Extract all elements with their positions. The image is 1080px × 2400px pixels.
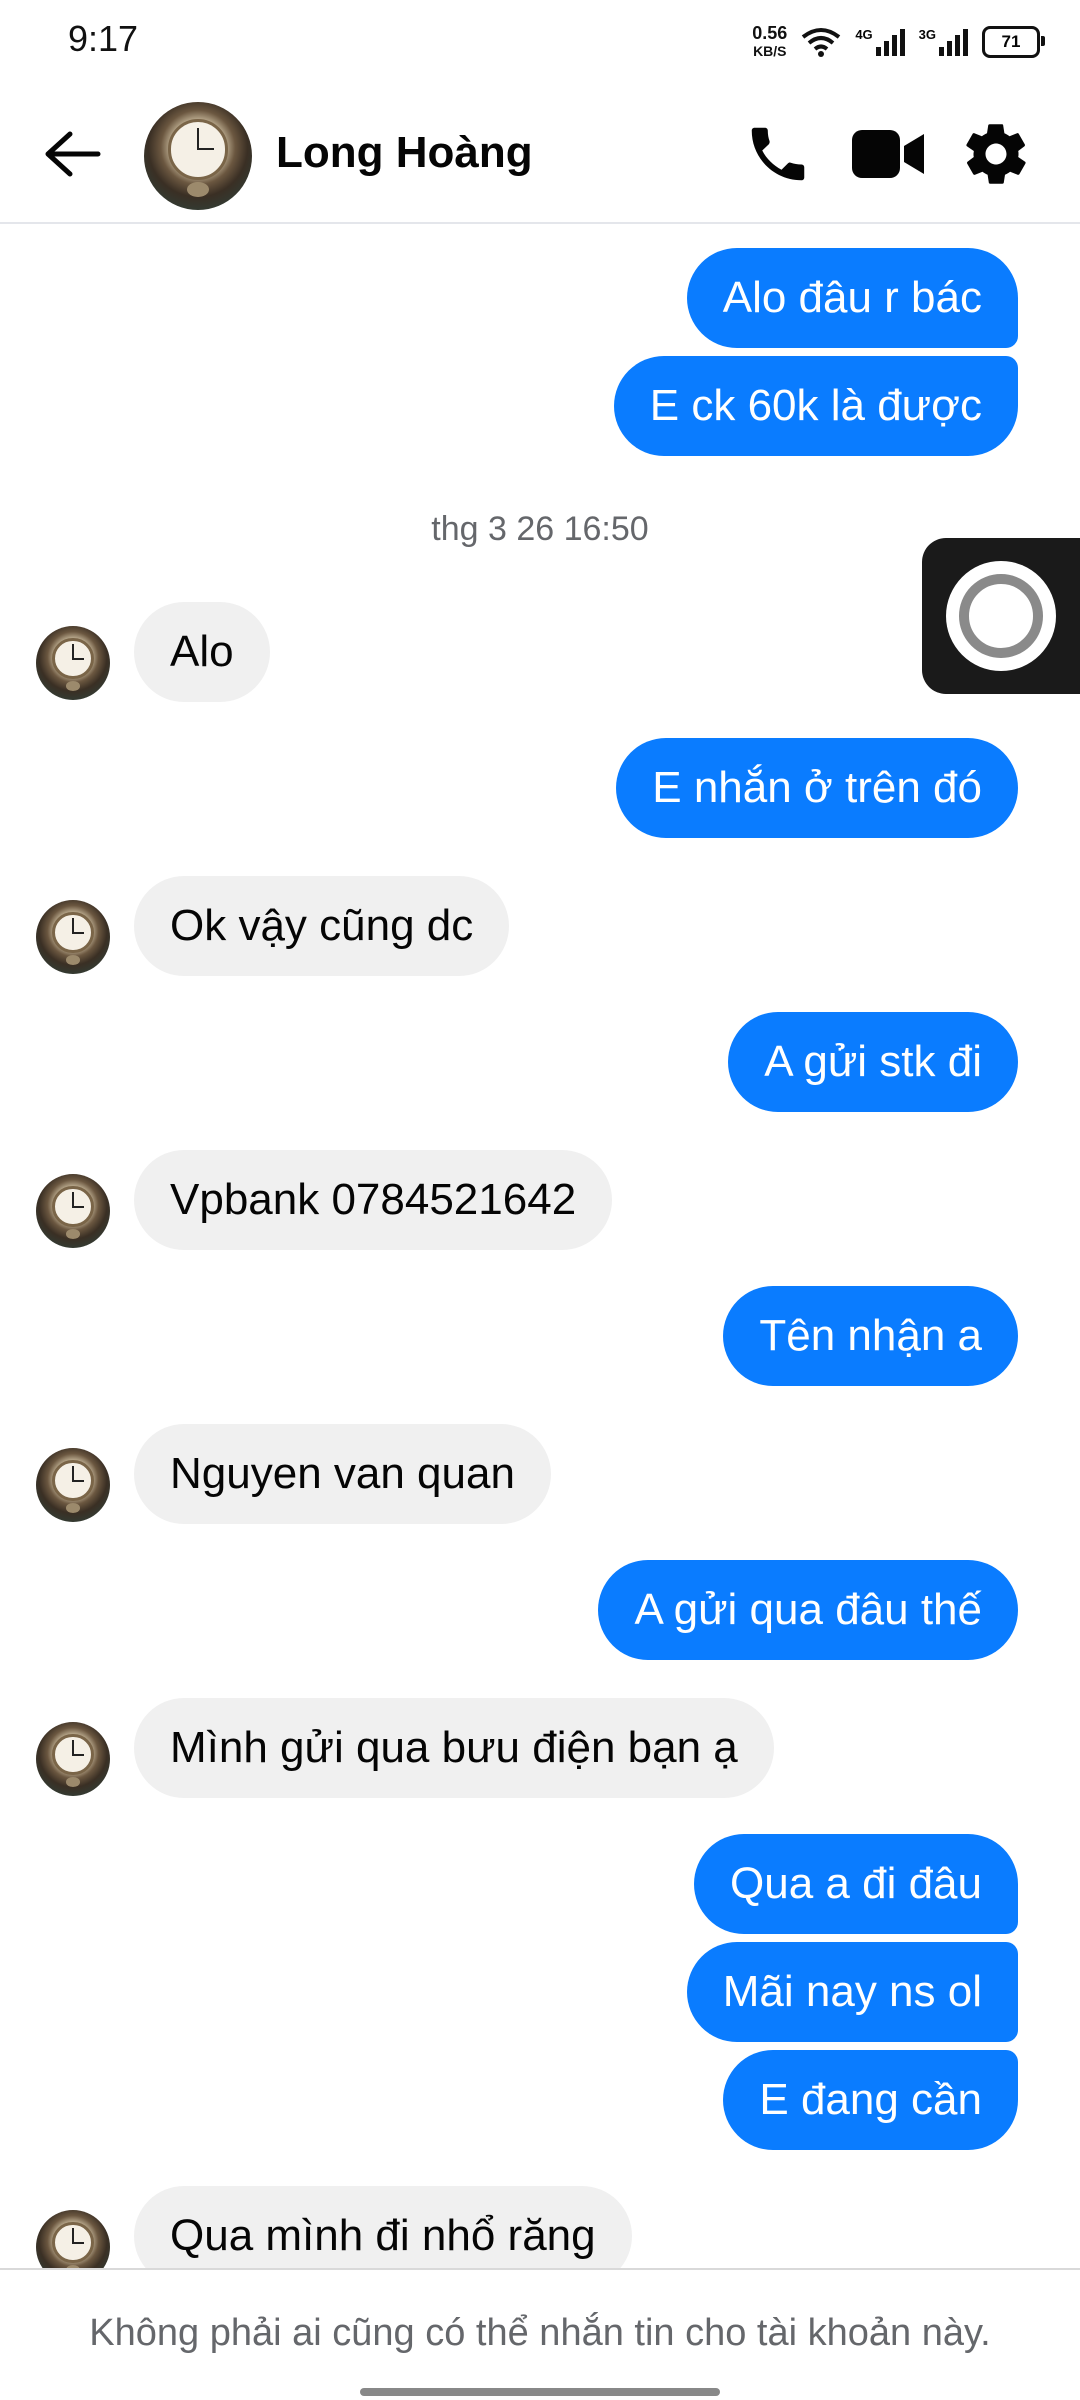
signal-4g-label: 4G bbox=[855, 27, 873, 42]
incoming-message[interactable]: Mình gửi qua bưu điện bạn ạ bbox=[134, 1698, 774, 1798]
sender-avatar[interactable] bbox=[36, 2210, 110, 2268]
video-camera-icon bbox=[852, 130, 924, 178]
sender-avatar[interactable] bbox=[36, 900, 110, 974]
assistive-ring-icon bbox=[946, 561, 1056, 671]
signal-4g-icon: 4G bbox=[855, 27, 905, 57]
incoming-message[interactable]: Alo bbox=[134, 602, 270, 702]
outgoing-message[interactable]: Tên nhận a bbox=[723, 1286, 1018, 1386]
voice-call-button[interactable] bbox=[740, 116, 816, 192]
sender-avatar[interactable] bbox=[36, 626, 110, 700]
outgoing-message[interactable]: Mãi nay ns ol bbox=[686, 1942, 1018, 2042]
incoming-message[interactable]: Qua mình đi nhổ răng bbox=[134, 2186, 632, 2268]
signal-3g-icon: 3G bbox=[919, 27, 968, 57]
outgoing-message[interactable]: E nhắn ở trên đó bbox=[616, 738, 1018, 838]
assistive-touch-button[interactable] bbox=[922, 538, 1080, 694]
sender-avatar[interactable] bbox=[36, 1174, 110, 1248]
signal-3g-label: 3G bbox=[918, 27, 936, 42]
outgoing-message[interactable]: E đang cần bbox=[723, 2050, 1018, 2150]
battery-icon: 71 bbox=[982, 26, 1045, 58]
video-call-button[interactable] bbox=[850, 116, 926, 192]
outgoing-message[interactable]: Qua a đi đâu bbox=[694, 1834, 1018, 1934]
status-bar: 9:17 0.56 KB/S 4G 3G 71 bbox=[0, 0, 1080, 80]
wifi-icon bbox=[801, 27, 841, 57]
incoming-message[interactable]: Ok vậy cũng dc bbox=[134, 876, 510, 976]
outgoing-message[interactable]: A gửi stk đi bbox=[728, 1012, 1018, 1112]
message-timestamp: thg 3 26 16:50 bbox=[431, 510, 649, 548]
incoming-message[interactable]: Vpbank 0784521642 bbox=[134, 1150, 613, 1250]
message-restriction-footer: Không phải ai cũng có thể nhắn tin cho t… bbox=[0, 2268, 1080, 2400]
outgoing-message[interactable]: A gửi qua đâu thế bbox=[598, 1560, 1018, 1660]
status-icons: 0.56 KB/S 4G 3G 71 bbox=[752, 20, 1045, 64]
phone-icon bbox=[751, 127, 805, 181]
network-speed: 0.56 KB/S bbox=[752, 24, 787, 60]
gear-icon bbox=[966, 124, 1026, 184]
sender-avatar[interactable] bbox=[36, 1722, 110, 1796]
outgoing-message[interactable]: E ck 60k là được bbox=[613, 356, 1018, 456]
battery-level: 71 bbox=[1001, 32, 1021, 51]
settings-button[interactable] bbox=[958, 116, 1034, 192]
status-time: 9:17 bbox=[68, 18, 139, 59]
sender-avatar[interactable] bbox=[36, 1448, 110, 1522]
contact-avatar[interactable] bbox=[144, 102, 252, 210]
restriction-notice: Không phải ai cũng có thể nhắn tin cho t… bbox=[89, 2312, 991, 2354]
outgoing-message[interactable]: Alo đâu r bác bbox=[686, 248, 1018, 348]
chat-header: Long Hoàng bbox=[0, 80, 1080, 224]
back-button[interactable] bbox=[36, 118, 108, 190]
home-indicator[interactable] bbox=[360, 2388, 720, 2396]
arrow-left-icon bbox=[45, 131, 101, 177]
network-speed-unit: KB/S bbox=[753, 43, 787, 59]
network-speed-value: 0.56 bbox=[752, 23, 788, 43]
message-list[interactable]: Alo đâu r bác E ck 60k là được thg 3 26 … bbox=[0, 224, 1080, 2268]
incoming-message[interactable]: Nguyen van quan bbox=[134, 1424, 551, 1524]
contact-name[interactable]: Long Hoàng bbox=[276, 128, 533, 178]
